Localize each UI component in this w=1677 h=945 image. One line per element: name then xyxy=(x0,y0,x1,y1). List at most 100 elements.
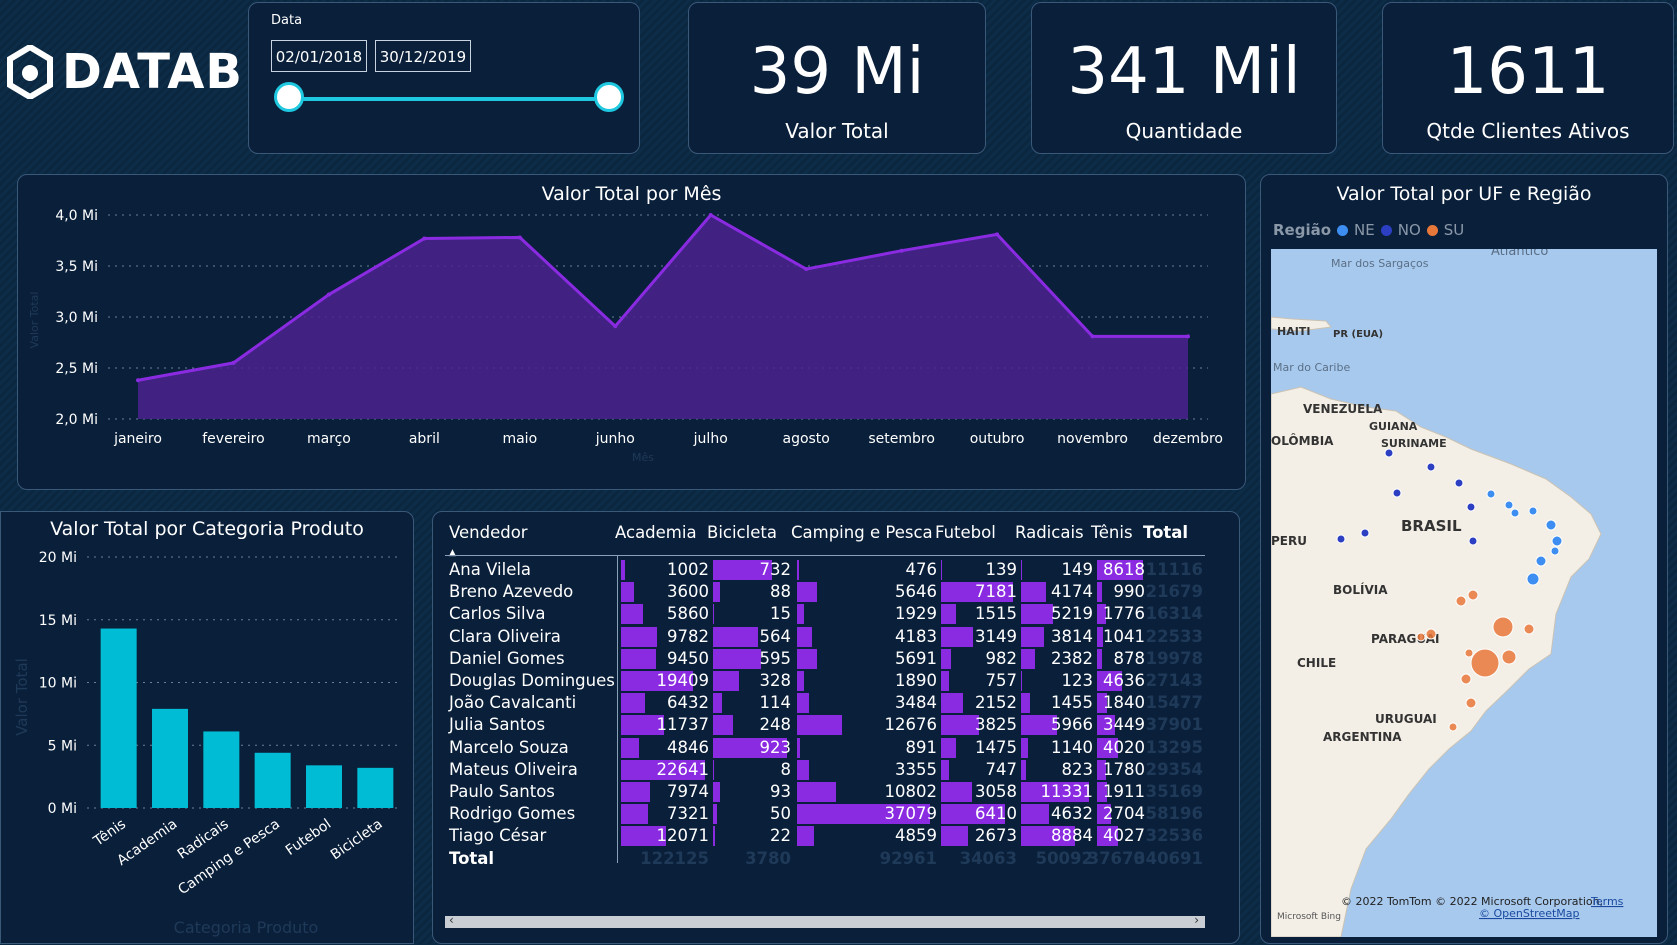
scroll-left-icon[interactable]: ‹ xyxy=(449,913,454,927)
data-bar xyxy=(713,715,733,736)
date-slider-start-handle[interactable] xyxy=(274,82,304,112)
value-cell: 1140 xyxy=(1021,736,1093,760)
month-area-chart[interactable]: 2,0 Mi 2,5 Mi 3,0 Mi 3,5 Mi 4,0 Mi janeiro fev… xyxy=(18,175,1247,491)
date-slider-end-handle[interactable] xyxy=(594,82,624,112)
column-header[interactable]: Radicais xyxy=(1015,523,1084,542)
scroll-right-icon[interactable]: › xyxy=(1194,913,1199,927)
cell-value: 1929 xyxy=(895,604,937,624)
cell-value: 248 xyxy=(759,715,792,735)
x-tick-label: outubro xyxy=(970,431,1025,447)
value-cell: 5966 xyxy=(1021,713,1093,737)
data-point[interactable] xyxy=(136,378,140,383)
column-header[interactable]: Academia xyxy=(615,523,697,542)
table-row[interactable]: Carlos Silva 5860 15 1929 1515 5219 1776 16314 xyxy=(433,602,1241,626)
cell-value: 3814 xyxy=(1051,626,1093,646)
vendor-matrix[interactable]: Vendedor Academia Bicicleta Camping e Pesca… xyxy=(433,512,1241,945)
column-header[interactable]: Bicicleta xyxy=(707,523,777,542)
value-cell: 732 xyxy=(713,558,791,582)
osm-link[interactable]: © OpenStreetMap xyxy=(1479,907,1580,920)
end-date-input[interactable]: 30/12/2019 xyxy=(375,40,471,72)
sort-arrow-icon[interactable]: ▲ xyxy=(449,548,456,558)
value-cell: 747 xyxy=(941,758,1017,782)
cell-value: 9782 xyxy=(667,626,709,646)
cell-value: 340691 xyxy=(1134,848,1203,868)
cell-value: 114 xyxy=(759,693,792,713)
bar[interactable] xyxy=(254,752,291,808)
cell-value: 747 xyxy=(985,759,1018,779)
x-axis-title: Categoria Produto xyxy=(174,918,319,937)
table-row[interactable]: Daniel Gomes 9450 595 5691 982 2382 878 19978 xyxy=(433,647,1241,671)
x-tick-label: Futebol xyxy=(283,816,334,859)
value-cell: 2382 xyxy=(1021,647,1093,671)
table-row[interactable]: Douglas Domingues 19409 328 1890 757 123 4636 2… xyxy=(433,669,1241,693)
cell-value: 4846 xyxy=(667,737,709,757)
table-row[interactable]: Ana Vilela 1002 732 476 139 149 8618 11116 xyxy=(433,558,1241,582)
table-row[interactable]: Breno Azevedo 3600 88 5646 7181 4174 990 21679 xyxy=(433,580,1241,604)
column-header[interactable]: Tênis xyxy=(1091,523,1133,542)
value-cell: 982 xyxy=(941,647,1017,671)
total-value: 3780 xyxy=(713,847,791,871)
value-cell: 139 xyxy=(941,558,1017,582)
data-point[interactable] xyxy=(708,213,713,217)
date-slider-track[interactable] xyxy=(291,97,609,101)
total-label: Total xyxy=(449,848,495,868)
value-cell: 15 xyxy=(713,602,791,626)
cell-value: 15477 xyxy=(1145,693,1203,713)
bar[interactable] xyxy=(203,731,240,808)
table-row[interactable]: João Cavalcanti 6432 114 3484 2152 1455 1840 15… xyxy=(433,691,1241,715)
bar[interactable] xyxy=(152,708,188,808)
category-bar-chart[interactable]: 0 Mi5 Mi10 Mi15 Mi20 MiTênisAcademiaRadi… xyxy=(1,512,415,945)
data-point[interactable] xyxy=(517,235,522,240)
data-point[interactable] xyxy=(804,267,809,272)
kpi-value: 341 Mil xyxy=(1067,35,1301,109)
value-cell: 2704 xyxy=(1097,802,1145,826)
y-axis-title: Valor Total xyxy=(28,292,41,349)
cell-value: 8618 xyxy=(1103,560,1145,579)
map-canvas[interactable]: Atlântico Mar dos Sargaços HAITI PR (EUA… xyxy=(1271,249,1657,937)
value-cell: 476 xyxy=(797,558,937,582)
value-cell: 990 xyxy=(1097,580,1145,604)
data-point[interactable] xyxy=(995,232,1000,237)
cell-value: 1140 xyxy=(1051,737,1093,757)
value-cell: 891 xyxy=(797,736,937,760)
table-row[interactable]: Paulo Santos 7974 93 10802 3058 11331 1911 3516… xyxy=(433,780,1241,804)
column-header[interactable]: Futebol xyxy=(935,523,996,542)
cell-value: 29354 xyxy=(1145,759,1203,779)
column-header[interactable]: Camping e Pesca xyxy=(791,523,933,542)
cell-value: 823 xyxy=(1061,759,1094,779)
table-row[interactable]: Mateus Oliveira 22641 8 3355 747 823 1780 29354 xyxy=(433,758,1241,782)
data-bar xyxy=(941,759,949,780)
cell-value: 50 xyxy=(770,804,791,824)
data-point[interactable] xyxy=(613,324,618,329)
data-point[interactable] xyxy=(231,360,236,365)
y-axis-title: Valor Total xyxy=(13,658,31,736)
bar[interactable] xyxy=(357,767,394,808)
cell-value: 1455 xyxy=(1051,693,1093,713)
table-row[interactable]: Julia Santos 11737 248 12676 3825 5966 3449 379… xyxy=(433,713,1241,737)
terms-link[interactable]: Terms xyxy=(1590,895,1624,908)
table-row[interactable]: Clara Oliveira 9782 564 4183 3149 3814 1041 225… xyxy=(433,625,1241,649)
table-row[interactable]: Marcelo Souza 4846 923 891 1475 1140 4020 13295 xyxy=(433,736,1241,760)
data-point[interactable] xyxy=(422,236,427,241)
value-cell: 3355 xyxy=(797,758,937,782)
horizontal-scrollbar[interactable]: ‹ › xyxy=(445,913,1205,928)
data-bar xyxy=(621,782,651,802)
bar[interactable] xyxy=(100,628,137,808)
data-point[interactable] xyxy=(1186,334,1190,339)
column-header[interactable]: Total xyxy=(1143,523,1188,542)
cell-value: 2152 xyxy=(975,693,1017,713)
column-header[interactable]: Vendedor xyxy=(449,523,528,542)
data-point[interactable] xyxy=(326,292,331,297)
start-date-input[interactable]: 02/01/2018 xyxy=(271,40,367,72)
table-row[interactable]: Tiago César 12071 22 4859 2673 8884 4027 32536 xyxy=(433,824,1241,848)
value-cell: 12071 xyxy=(621,824,709,848)
total-value: 50092 xyxy=(1021,847,1093,871)
data-bar xyxy=(797,604,804,625)
cell-value: 2673 xyxy=(975,826,1017,846)
data-point[interactable] xyxy=(899,248,904,253)
bar[interactable] xyxy=(306,765,342,808)
data-bar xyxy=(941,604,957,625)
table-row[interactable]: Rodrigo Gomes 7321 50 37079 6410 4632 2704 5819… xyxy=(433,802,1241,826)
value-cell: 11737 xyxy=(621,713,709,737)
data-point[interactable] xyxy=(1090,334,1095,339)
